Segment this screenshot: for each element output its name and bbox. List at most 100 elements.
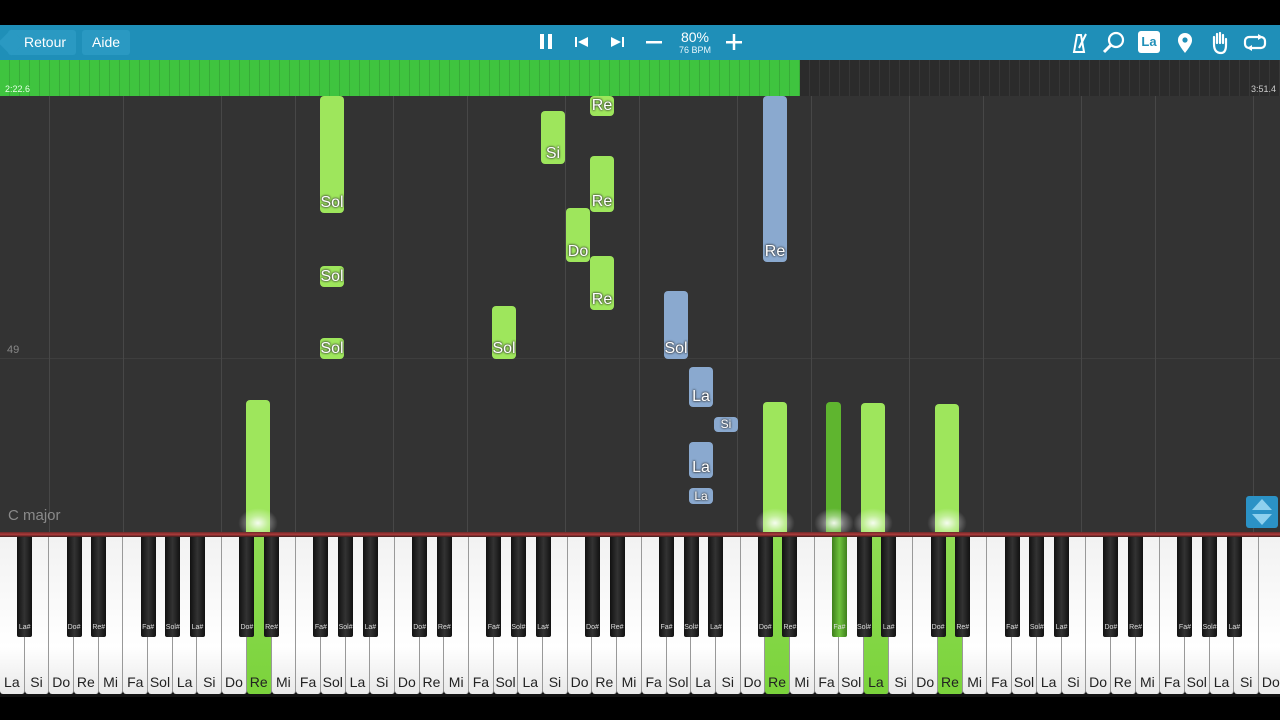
- marker-button[interactable]: [1172, 30, 1198, 56]
- bottom-letterbox: [0, 697, 1280, 720]
- key-label: Do#: [931, 624, 945, 631]
- black-key[interactable]: Fa#: [313, 537, 329, 637]
- skip-back-button[interactable]: [568, 29, 596, 56]
- scroll-toggle-button[interactable]: [1246, 496, 1278, 528]
- key-label: Re#: [1129, 624, 1142, 631]
- slow-down-button[interactable]: [640, 29, 668, 56]
- black-key[interactable]: Re#: [955, 537, 971, 637]
- key-label: Si: [375, 674, 389, 690]
- bar-number: 49: [7, 344, 20, 356]
- note: Sol: [320, 96, 344, 213]
- skip-forward-button[interactable]: [603, 29, 631, 56]
- black-key[interactable]: Do#: [66, 537, 82, 637]
- back-button[interactable]: Retour: [8, 30, 77, 55]
- pause-button[interactable]: [532, 29, 560, 56]
- note: Re: [590, 156, 614, 212]
- black-key[interactable]: Sol#: [683, 537, 699, 637]
- black-key[interactable]: La#: [17, 537, 33, 637]
- key-label: Do#: [1104, 624, 1118, 631]
- key-label: La#: [710, 624, 722, 631]
- key-label: Fa: [299, 674, 317, 690]
- black-key[interactable]: La#: [362, 537, 378, 637]
- key-label: Re#: [437, 624, 451, 631]
- black-key[interactable]: Sol#: [165, 537, 181, 637]
- key-label: La#: [1055, 624, 1068, 631]
- black-key[interactable]: Sol#: [1202, 537, 1218, 637]
- black-key[interactable]: Fa#: [659, 537, 675, 637]
- black-key[interactable]: Re#: [436, 537, 452, 637]
- speed-up-button[interactable]: [720, 29, 748, 56]
- key-label: La: [522, 674, 539, 690]
- black-key[interactable]: Do#: [239, 537, 255, 637]
- black-key[interactable]: Re#: [782, 537, 798, 637]
- black-key[interactable]: Re#: [1128, 537, 1144, 637]
- key-label: Mi: [794, 674, 810, 690]
- black-key[interactable]: La#: [189, 537, 205, 637]
- black-key[interactable]: Do#: [1103, 537, 1119, 637]
- key-label: Si: [30, 674, 43, 690]
- hand-button[interactable]: [1207, 30, 1233, 56]
- total-time: 3:51.4: [1250, 84, 1276, 94]
- black-key[interactable]: Re#: [609, 537, 625, 637]
- key-label: Re: [768, 674, 787, 690]
- black-key[interactable]: Do#: [412, 537, 428, 637]
- location-pin-icon: [1178, 33, 1192, 53]
- black-key[interactable]: La#: [1226, 537, 1242, 637]
- note: Si: [714, 417, 738, 432]
- note: Re: [590, 256, 614, 310]
- key-label: Do#: [240, 624, 254, 631]
- key-label: Mi: [448, 674, 464, 690]
- key-label: Sol: [1013, 674, 1035, 690]
- loop-button[interactable]: [1242, 30, 1268, 56]
- gridline: [1253, 96, 1254, 532]
- key-label: Re: [940, 674, 959, 690]
- progress-bar[interactable]: [0, 60, 1280, 96]
- hand-icon: [1212, 31, 1228, 55]
- black-key[interactable]: La#: [1054, 537, 1070, 637]
- black-key[interactable]: Re#: [91, 537, 107, 637]
- black-key[interactable]: Sol#: [856, 537, 872, 637]
- black-key[interactable]: Do#: [930, 537, 946, 637]
- note-label-button[interactable]: La: [1138, 31, 1160, 53]
- key-label: Sol#: [1202, 624, 1217, 631]
- piano-keyboard: La Si Do Re Mi Fa Sol La Si Do Re Mi Fa Sol La Si Do Re Mi…: [0, 537, 1280, 697]
- help-button[interactable]: Aide: [82, 30, 131, 55]
- black-key[interactable]: La#: [881, 537, 897, 637]
- key-signature: C major: [8, 507, 61, 524]
- key-label: Mi: [967, 674, 982, 690]
- black-key[interactable]: Fa#: [1004, 537, 1020, 637]
- magnifier-icon: [1102, 31, 1125, 54]
- black-key[interactable]: Fa#: [1177, 537, 1193, 637]
- white-key[interactable]: Do: [1259, 537, 1280, 694]
- speed-bpm: 76 BPM: [678, 45, 711, 55]
- black-key[interactable]: La#: [708, 537, 724, 637]
- key-label: La: [176, 674, 193, 690]
- black-key[interactable]: Sol#: [510, 537, 526, 637]
- pause-icon: [540, 34, 552, 49]
- black-key[interactable]: La#: [535, 537, 551, 637]
- black-key[interactable]: Sol#: [1029, 537, 1045, 637]
- note: La: [689, 367, 713, 407]
- key-label: Sol: [322, 674, 343, 690]
- black-key[interactable]: Do#: [757, 537, 773, 637]
- key-label: Re: [76, 674, 95, 690]
- key-label: Do: [225, 674, 243, 690]
- key-label: Si: [548, 674, 562, 690]
- key-label: La#: [18, 624, 31, 631]
- search-button[interactable]: [1101, 30, 1127, 56]
- black-key[interactable]: Sol#: [338, 537, 354, 637]
- note: Sol: [320, 338, 344, 359]
- black-key[interactable]: Fa#: [140, 537, 156, 637]
- black-key[interactable]: Fa#: [831, 537, 847, 637]
- metronome-button[interactable]: [1066, 30, 1092, 56]
- key-label: Sol#: [165, 624, 180, 631]
- key-label: Re#: [92, 624, 106, 631]
- black-key[interactable]: Fa#: [486, 537, 502, 637]
- black-key[interactable]: Re#: [264, 537, 280, 637]
- key-label: Si: [894, 674, 907, 690]
- minus-icon: [646, 41, 662, 44]
- key-label: Sol#: [684, 624, 699, 631]
- gridline: [565, 96, 566, 532]
- gridline: [1081, 96, 1082, 532]
- black-key[interactable]: Do#: [584, 537, 600, 637]
